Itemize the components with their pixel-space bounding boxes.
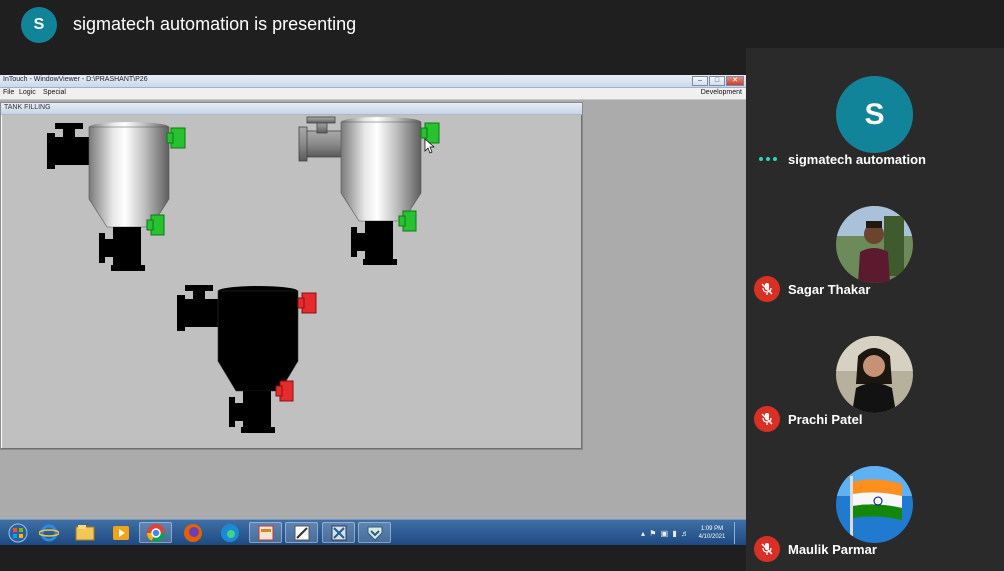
close-button[interactable]: ✕ [726, 76, 744, 86]
chrome-icon[interactable] [139, 522, 172, 543]
meet-window: S sigmatech automation is presenting InT… [0, 0, 1004, 571]
avatar: S [836, 76, 913, 153]
participant-name: Prachi Patel [788, 412, 863, 427]
system-clock[interactable]: 1:09 PM 4/10/2021 [694, 525, 730, 541]
show-desktop-button[interactable] [734, 522, 742, 544]
firefox-icon[interactable] [176, 522, 209, 543]
mic-off-icon [754, 536, 780, 562]
inlet-pipe-2 [298, 116, 344, 162]
mic-off-icon [754, 276, 780, 302]
window-controls: – □ ✕ [692, 76, 744, 86]
windows-taskbar: ▴ ⚑ ▣ ▮ ♬ 1:09 PM 4/10/2021 [0, 519, 746, 545]
window-titlebar: InTouch - WindowViewer - D:\PRASHANT\P26… [0, 75, 746, 88]
tank-filling-panel: TANK FILLING [0, 102, 583, 450]
intouch-viewer-icon[interactable] [358, 522, 391, 543]
avatar [836, 466, 913, 543]
tank-3-body [217, 290, 299, 392]
intouch-manager-icon[interactable] [322, 522, 355, 543]
presenter-avatar: S [21, 7, 57, 43]
outlet-pipe-2 [351, 221, 397, 265]
edge-icon[interactable] [213, 522, 246, 543]
tank-2 [298, 116, 440, 265]
india-flag-icon [836, 466, 913, 543]
outlet-pipe-3 [229, 391, 275, 433]
explorer-icon[interactable] [68, 522, 101, 543]
participants-panel: S sigmatech automation Sagar Thakar Prac… [746, 48, 1004, 571]
window-title: InTouch - WindowViewer - D:\PRASHANT\P26 [3, 76, 148, 83]
valve-1-top-green[interactable] [166, 127, 186, 149]
presenting-label: sigmatech automation is presenting [73, 14, 357, 34]
mic-off-icon [754, 406, 780, 432]
maximize-button[interactable]: □ [709, 76, 725, 86]
tank-3 [177, 285, 317, 433]
tank-2-body [340, 121, 422, 222]
valve-3-top-red[interactable] [297, 292, 317, 314]
inlet-pipe-3 [177, 285, 221, 331]
avatar [836, 206, 913, 283]
valve-2-top-green[interactable] [420, 122, 440, 144]
media-player-icon[interactable] [104, 522, 137, 543]
participant-name: Sagar Thakar [788, 282, 871, 297]
shared-screen: InTouch - WindowViewer - D:\PRASHANT\P26… [0, 75, 746, 545]
participant-tile-prachi[interactable]: Prachi Patel [746, 308, 1004, 438]
menu-special[interactable]: Special [43, 89, 66, 96]
inlet-pipe-1 [47, 123, 91, 169]
app-icon[interactable] [249, 522, 282, 543]
tank-1 [47, 122, 186, 271]
menu-logic[interactable]: Logic [19, 89, 36, 96]
avatar [836, 336, 913, 413]
minimize-button[interactable]: – [692, 76, 708, 86]
process-graphic [47, 116, 440, 433]
tray-icons[interactable]: ▴ ⚑ ▣ ▮ ♬ [641, 529, 690, 538]
menu-file[interactable]: File [3, 89, 14, 96]
speaking-indicator-icon [759, 157, 777, 161]
participant-tile-maulik[interactable]: Maulik Parmar [746, 438, 1004, 568]
presenting-banner: S sigmatech automation is presenting [0, 0, 1004, 50]
clock-date: 4/10/2021 [698, 534, 726, 540]
menu-development[interactable]: Development [701, 89, 742, 96]
intouch-icon[interactable] [285, 522, 318, 543]
participant-tile-sigmatech[interactable]: S sigmatech automation [746, 48, 1004, 178]
participant-tile-sagar[interactable]: Sagar Thakar [746, 178, 1004, 308]
clock-time: 1:09 PM [700, 526, 724, 532]
start-orb-icon[interactable] [1, 522, 34, 543]
participant-name: Maulik Parmar [788, 542, 877, 557]
system-tray: ▴ ⚑ ▣ ▮ ♬ 1:09 PM 4/10/2021 [641, 522, 742, 544]
menu-bar: File Logic Special Development [0, 88, 746, 100]
ie-icon[interactable] [32, 522, 65, 543]
tank-1-body [88, 126, 170, 228]
outlet-pipe-1 [99, 227, 145, 271]
participant-name: sigmatech automation [788, 152, 926, 167]
